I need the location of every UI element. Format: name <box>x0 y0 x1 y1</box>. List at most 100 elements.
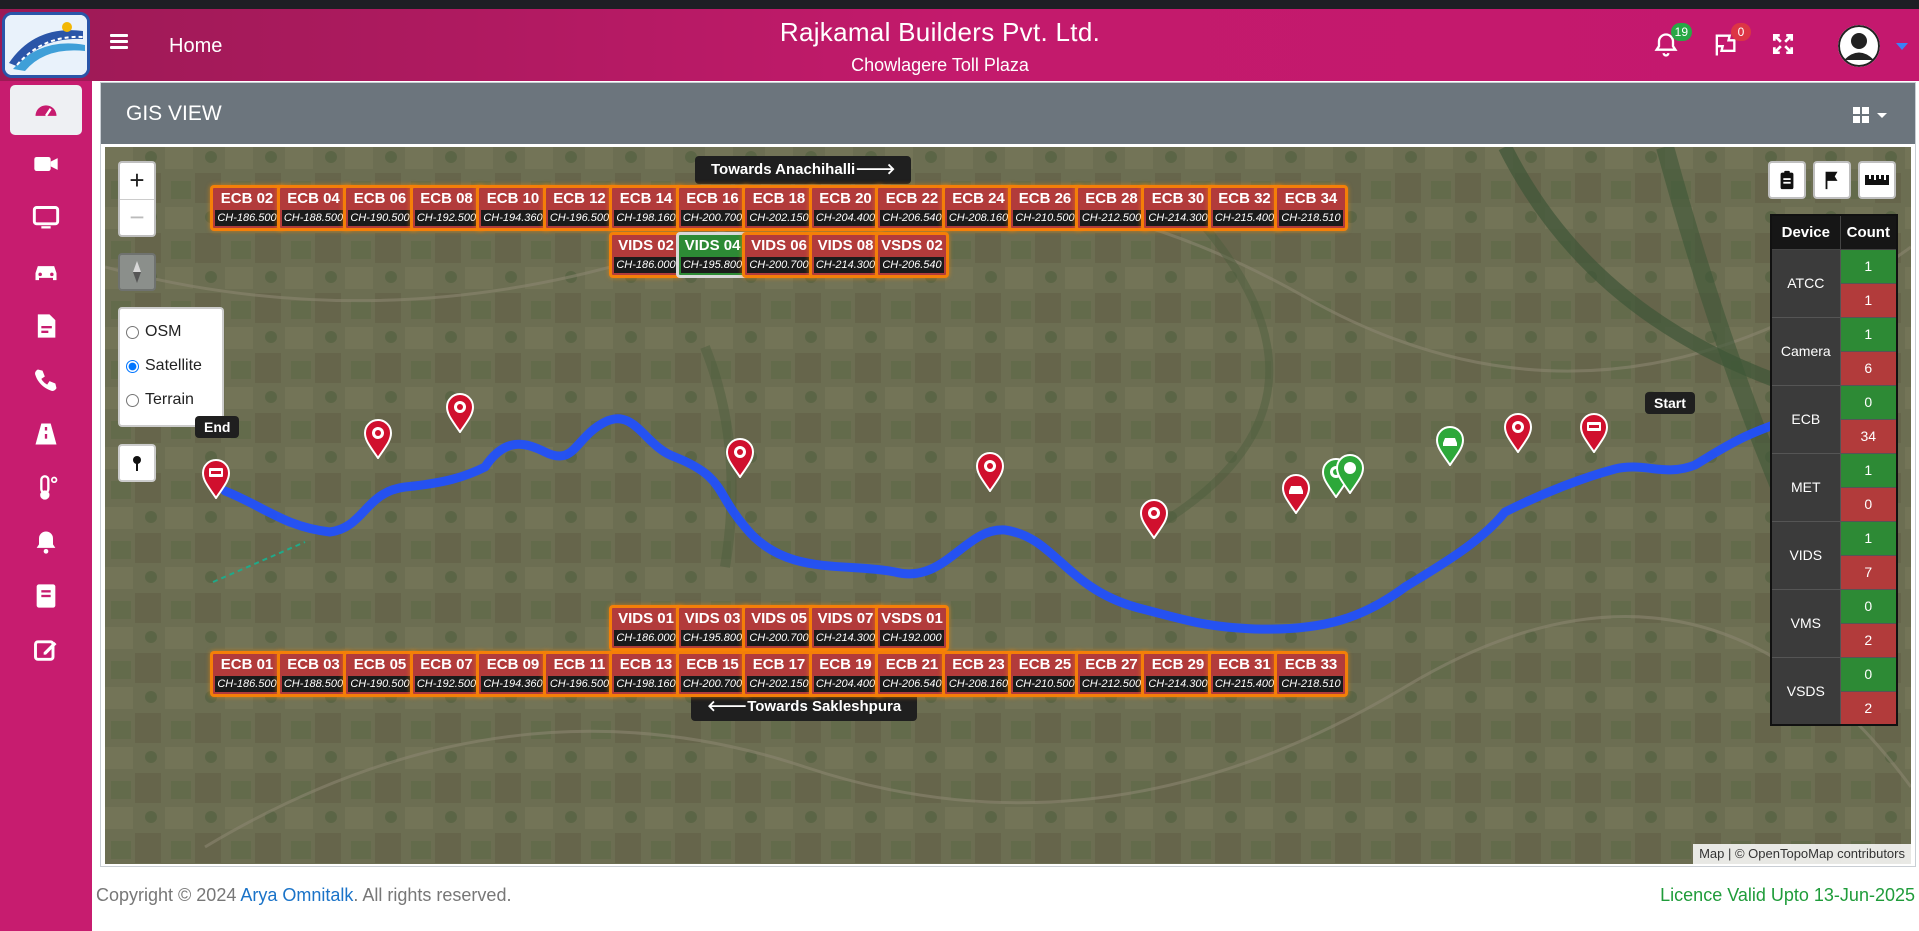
device-down-count[interactable]: 2 <box>1839 622 1898 658</box>
towards-sakleshpura-label[interactable]: 🡐Towards Sakleshpura <box>691 693 918 721</box>
device-box-ecb-06[interactable]: ECB 06 CH-190.500 <box>343 185 417 231</box>
device-box-vsds-02[interactable]: VSDS 02 CH-206.540 <box>875 232 949 278</box>
device-box-ecb-16[interactable]: ECB 16 CH-200.700 <box>675 185 750 231</box>
device-box-vids-01[interactable]: VIDS 01 CH-186.000 <box>609 605 683 651</box>
device-box-ecb-02[interactable]: ECB 02 CH-186.500 <box>210 185 284 231</box>
device-box-ecb-27[interactable]: ECB 27 CH-212.500 <box>1074 651 1149 697</box>
device-box-vids-07[interactable]: VIDS 07 CH-214.300 <box>808 605 883 651</box>
device-down-count[interactable]: 7 <box>1839 554 1898 590</box>
device-box-ecb-12[interactable]: ECB 12 CH-196.500 <box>542 185 617 231</box>
device-down-count[interactable]: 34 <box>1839 418 1898 454</box>
device-box-ecb-23[interactable]: ECB 23 CH-208.160 <box>941 651 1016 697</box>
device-box-ecb-01[interactable]: ECB 01 CH-186.500 <box>210 651 284 697</box>
location-pin-icon[interactable] <box>118 444 156 482</box>
device-box-vsds-01[interactable]: VSDS 01 CH-192.000 <box>875 605 949 651</box>
layer-option-osm[interactable]: OSM <box>126 315 216 349</box>
device-up-count[interactable]: 0 <box>1839 384 1898 420</box>
device-box-ecb-19[interactable]: ECB 19 CH-204.400 <box>808 651 883 697</box>
device-list-icon[interactable] <box>1768 161 1806 199</box>
device-box-ecb-08[interactable]: ECB 08 CH-192.500 <box>409 185 484 231</box>
device-box-ecb-11[interactable]: ECB 11 CH-196.500 <box>542 651 617 697</box>
sidebar-item-edit[interactable] <box>10 625 82 675</box>
sidebar-item-dashboard[interactable] <box>10 85 82 135</box>
device-box-ecb-14[interactable]: ECB 14 CH-198.160 <box>609 185 683 231</box>
device-box-ecb-28[interactable]: ECB 28 CH-212.500 <box>1074 185 1149 231</box>
company-logo[interactable] <box>2 12 90 78</box>
device-box-ecb-15[interactable]: ECB 15 CH-200.700 <box>675 651 750 697</box>
device-box-ecb-05[interactable]: ECB 05 CH-190.500 <box>343 651 417 697</box>
sidebar-item-weather[interactable] <box>10 463 82 513</box>
compass-reset-icon[interactable] <box>118 253 156 291</box>
device-box-ecb-20[interactable]: ECB 20 CH-204.400 <box>808 185 883 231</box>
user-menu-chevron-down-icon[interactable] <box>1896 43 1908 50</box>
device-box-ecb-32[interactable]: ECB 32 CH-215.400 <box>1207 185 1282 231</box>
device-box-ecb-07[interactable]: ECB 07 CH-192.500 <box>409 651 484 697</box>
device-box-ecb-30[interactable]: ECB 30 CH-214.300 <box>1141 185 1215 231</box>
sidebar-item-phone[interactable] <box>10 355 82 405</box>
device-down-count[interactable]: 1 <box>1839 282 1898 318</box>
atcc-car-marker-icon[interactable] <box>1281 474 1311 515</box>
device-box-ecb-24[interactable]: ECB 24 CH-208.160 <box>941 185 1016 231</box>
device-box-ecb-22[interactable]: ECB 22 CH-206.540 <box>875 185 949 231</box>
device-box-ecb-31[interactable]: ECB 31 CH-215.400 <box>1207 651 1282 697</box>
met-marker-icon-green[interactable] <box>1335 454 1365 495</box>
device-box-ecb-34[interactable]: ECB 34 CH-218.510 <box>1274 185 1348 231</box>
camera-marker-icon[interactable] <box>363 419 393 460</box>
device-box-vids-02[interactable]: VIDS 02 CH-186.000 <box>609 232 683 278</box>
device-down-count[interactable]: 6 <box>1839 350 1898 386</box>
sidebar-item-vehicles[interactable] <box>10 247 82 297</box>
device-up-count[interactable]: 0 <box>1839 588 1898 624</box>
hamburger-menu-icon[interactable] <box>106 31 134 59</box>
layer-option-terrain[interactable]: Terrain <box>126 383 216 417</box>
device-box-ecb-04[interactable]: ECB 04 CH-188.500 <box>276 185 351 231</box>
layer-radio-satellite[interactable] <box>126 359 139 373</box>
device-box-ecb-33[interactable]: ECB 33 CH-218.510 <box>1274 651 1348 697</box>
sidebar-item-alerts[interactable] <box>10 517 82 567</box>
device-box-ecb-17[interactable]: ECB 17 CH-202.150 <box>742 651 816 697</box>
camera-marker-icon[interactable] <box>1139 499 1169 540</box>
device-box-vids-08[interactable]: VIDS 08 CH-214.300 <box>808 232 883 278</box>
device-up-count[interactable]: 0 <box>1839 656 1898 692</box>
layer-radio-terrain[interactable] <box>126 393 139 407</box>
device-up-count[interactable]: 1 <box>1839 452 1898 488</box>
zoom-in-button[interactable]: + <box>120 163 154 199</box>
flag-alerts-icon[interactable]: 0 <box>1711 23 1751 61</box>
vms-marker-icon[interactable] <box>1579 413 1609 454</box>
camera-marker-icon[interactable] <box>725 438 755 479</box>
zoom-out-button[interactable]: − <box>120 199 154 235</box>
vms-marker-icon[interactable] <box>201 459 231 500</box>
device-box-vids-04[interactable]: VIDS 04 CH-195.800 <box>675 232 750 278</box>
device-box-ecb-25[interactable]: ECB 25 CH-210.500 <box>1008 651 1082 697</box>
notifications-bell-icon[interactable]: 19 <box>1652 23 1692 61</box>
device-box-ecb-10[interactable]: ECB 10 CH-194.360 <box>476 185 550 231</box>
sidebar-item-reports[interactable] <box>10 301 82 351</box>
atcc-car-marker-icon-green[interactable] <box>1435 426 1465 467</box>
device-down-count[interactable]: 0 <box>1839 486 1898 522</box>
device-box-ecb-18[interactable]: ECB 18 CH-202.150 <box>742 185 816 231</box>
device-box-ecb-09[interactable]: ECB 09 CH-194.360 <box>476 651 550 697</box>
device-box-ecb-03[interactable]: ECB 03 CH-188.500 <box>276 651 351 697</box>
towards-anachihalli-label[interactable]: Towards Anachihalli🡒 <box>695 156 912 184</box>
sidebar-item-monitor[interactable] <box>10 193 82 243</box>
sidebar-item-logbook[interactable] <box>10 571 82 621</box>
camera-marker-icon[interactable] <box>445 393 475 434</box>
device-down-count[interactable]: 2 <box>1839 690 1898 726</box>
device-box-vids-06[interactable]: VIDS 06 CH-200.700 <box>742 232 816 278</box>
fullscreen-icon[interactable] <box>1770 31 1800 61</box>
gis-map[interactable]: + − OSM Satellite Terrain Towards Anachi… <box>105 147 1911 864</box>
device-up-count[interactable]: 1 <box>1839 520 1898 556</box>
device-box-vids-03[interactable]: VIDS 03 CH-195.800 <box>675 605 750 651</box>
layer-option-satellite[interactable]: Satellite <box>126 349 216 383</box>
device-box-ecb-26[interactable]: ECB 26 CH-210.500 <box>1008 185 1082 231</box>
device-up-count[interactable]: 1 <box>1839 316 1898 352</box>
company-link[interactable]: Arya Omnitalk <box>240 885 353 905</box>
device-box-vids-05[interactable]: VIDS 05 CH-200.700 <box>742 605 816 651</box>
flag-icon[interactable] <box>1813 161 1851 199</box>
device-box-ecb-13[interactable]: ECB 13 CH-198.160 <box>609 651 683 697</box>
sidebar-item-road[interactable] <box>10 409 82 459</box>
sidebar-item-video[interactable] <box>10 139 82 189</box>
ruler-icon[interactable] <box>1858 161 1896 199</box>
layer-radio-osm[interactable] <box>126 325 139 339</box>
camera-marker-icon[interactable] <box>975 452 1005 493</box>
user-avatar[interactable] <box>1838 25 1880 67</box>
